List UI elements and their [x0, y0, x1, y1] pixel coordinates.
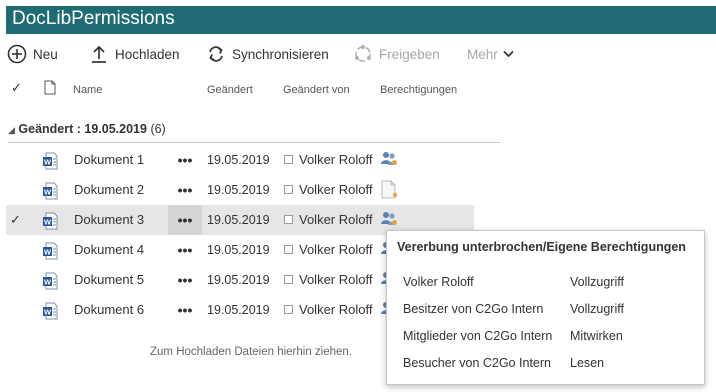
callout-principal: Besucher von C2Go Intern: [403, 356, 551, 370]
table-row[interactable]: ✓ W Dokument 2 ••• 19.05.2019 Volker Rol…: [6, 175, 474, 205]
title-bar: DocLibPermissions: [6, 6, 716, 34]
document-name-link[interactable]: Dokument 2: [74, 182, 144, 197]
document-name-link[interactable]: Dokument 3: [74, 212, 144, 227]
permissions-callout: Vererbung unterbrochen/Eigene Berechtigu…: [386, 230, 705, 385]
new-button-label: Neu: [33, 46, 58, 62]
page-title: DocLibPermissions: [12, 8, 175, 29]
users-permission-icon[interactable]: [380, 210, 398, 228]
chevron-down-icon: [503, 50, 514, 58]
word-document-icon: W: [42, 302, 58, 320]
modified-date: 19.05.2019: [207, 183, 270, 197]
sync-button-label: Synchronisieren: [232, 46, 329, 62]
column-header-name[interactable]: Name: [73, 84, 102, 96]
callout-permission-level: Vollzugriff: [570, 302, 624, 316]
presence-indicator: [284, 215, 293, 224]
word-document-icon: W: [42, 182, 58, 200]
more-options-button[interactable]: •••: [168, 205, 202, 235]
word-document-icon: W: [42, 212, 58, 230]
svg-text:W: W: [44, 248, 52, 257]
modified-by-link[interactable]: Volker Roloff: [299, 242, 372, 257]
file-type-header-icon[interactable]: [44, 80, 56, 98]
more-options-button[interactable]: •••: [168, 175, 202, 205]
group-divider: [8, 142, 500, 143]
svg-text:W: W: [44, 218, 52, 227]
column-header-modified[interactable]: Geändert: [207, 84, 253, 96]
more-options-button[interactable]: •••: [168, 295, 202, 325]
callout-permission-level: Vollzugriff: [570, 275, 624, 289]
column-header-permissions[interactable]: Berechtigungen: [380, 84, 457, 96]
presence-indicator: [284, 155, 293, 164]
modified-by-link[interactable]: Volker Roloff: [299, 182, 372, 197]
svg-text:W: W: [44, 278, 52, 287]
table-row[interactable]: ✓ W Dokument 1 ••• 19.05.2019 Volker Rol…: [6, 145, 474, 175]
more-options-button[interactable]: •••: [168, 265, 202, 295]
callout-principal: Besitzer von C2Go Intern: [403, 302, 544, 316]
group-label: Geändert : 19.05.2019: [18, 122, 147, 136]
callout-permission-level: Mitwirken: [570, 329, 623, 343]
upload-arrow-icon: [88, 43, 110, 65]
modified-by-link[interactable]: Volker Roloff: [299, 302, 372, 317]
group-header[interactable]: ◢ Geändert : 19.05.2019 (6): [8, 122, 166, 136]
document-name-link[interactable]: Dokument 1: [74, 152, 144, 167]
document-permission-icon[interactable]: [380, 180, 398, 199]
group-collapse-icon[interactable]: ◢: [8, 125, 15, 135]
modified-by-link[interactable]: Volker Roloff: [299, 212, 372, 227]
modified-date: 19.05.2019: [207, 153, 270, 167]
presence-indicator: [284, 185, 293, 194]
modified-date: 19.05.2019: [207, 303, 270, 317]
modified-date: 19.05.2019: [207, 273, 270, 287]
row-checkmark-icon[interactable]: ✓: [10, 212, 21, 228]
more-options-button[interactable]: •••: [168, 145, 202, 175]
more-commands-button[interactable]: Mehr: [467, 42, 514, 66]
word-document-icon: W: [42, 242, 58, 260]
modified-date: 19.05.2019: [207, 243, 270, 257]
upload-button[interactable]: Hochladen: [88, 42, 180, 66]
presence-indicator: [284, 275, 293, 284]
svg-text:W: W: [44, 308, 52, 317]
more-button-label: Mehr: [467, 46, 498, 62]
group-count: (6): [150, 122, 166, 136]
document-name-link[interactable]: Dokument 5: [74, 272, 144, 287]
word-document-icon: W: [42, 152, 58, 170]
document-name-link[interactable]: Dokument 6: [74, 302, 144, 317]
document-name-link[interactable]: Dokument 4: [74, 242, 144, 257]
modified-by-link[interactable]: Volker Roloff: [299, 152, 372, 167]
new-button[interactable]: Neu: [6, 42, 58, 66]
upload-button-label: Hochladen: [115, 46, 180, 62]
share-button-label: Freigeben: [379, 46, 440, 62]
word-document-icon: W: [42, 272, 58, 290]
callout-permission-level: Lesen: [570, 356, 605, 370]
sync-icon: [205, 43, 227, 65]
drop-zone-hint: Zum Hochladen Dateien hierhin ziehen.: [150, 346, 353, 358]
callout-principal: Volker Roloff: [403, 275, 474, 289]
sync-button[interactable]: Synchronisieren: [205, 42, 329, 66]
modified-date: 19.05.2019: [207, 213, 270, 227]
callout-principal: Mitglieder von C2Go Intern: [403, 329, 553, 343]
modified-by-link[interactable]: Volker Roloff: [299, 272, 372, 287]
svg-text:W: W: [44, 188, 52, 197]
more-options-button[interactable]: •••: [168, 235, 202, 265]
presence-indicator: [284, 245, 293, 254]
presence-indicator: [284, 305, 293, 314]
callout-title: Vererbung unterbrochen/Eigene Berechtigu…: [397, 240, 686, 254]
svg-text:W: W: [44, 158, 52, 167]
plus-circle-icon: [6, 43, 28, 65]
share-button[interactable]: Freigeben: [352, 42, 440, 66]
column-header-modified-by[interactable]: Geändert von: [283, 84, 350, 96]
users-permission-icon[interactable]: [380, 150, 398, 168]
select-all-checkmark[interactable]: ✓: [11, 80, 22, 96]
share-icon: [352, 43, 374, 65]
